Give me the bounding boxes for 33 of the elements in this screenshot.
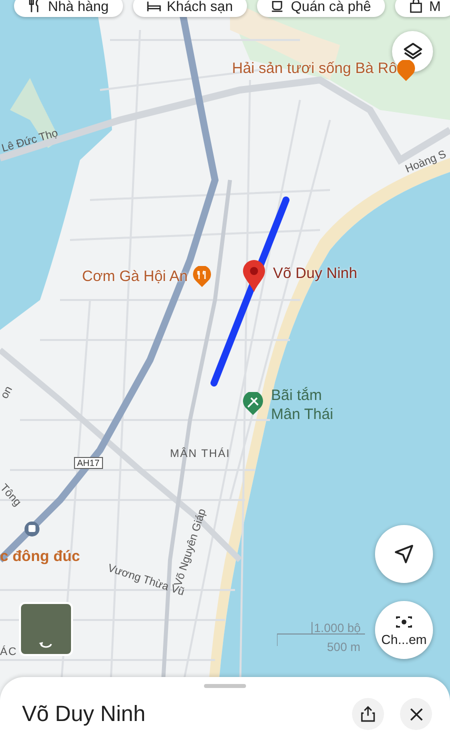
location-pin-icon xyxy=(242,259,266,293)
street-label: Lê Đức Thọ xyxy=(0,127,60,155)
category-chip[interactable]: Khách sạn xyxy=(132,0,247,17)
rotate-icon xyxy=(38,640,54,650)
street-label: Hoàng S xyxy=(404,148,448,176)
beach-label: Bãi tắm Mân Thái xyxy=(271,386,334,424)
bag-icon xyxy=(409,0,424,13)
bed-icon xyxy=(146,0,161,13)
area-label: MÂN THÁI xyxy=(170,448,230,460)
scale-label: 500 m xyxy=(327,640,360,654)
navigation-arrow-icon xyxy=(393,543,415,565)
share-icon xyxy=(361,706,375,722)
layers-icon xyxy=(402,40,424,62)
street-view-thumbnail[interactable] xyxy=(19,602,73,656)
category-chip[interactable]: Nhà hàng xyxy=(14,0,123,17)
bus-stop-icon[interactable] xyxy=(24,521,40,537)
place-title: Võ Duy Ninh xyxy=(22,701,147,727)
scale-label: 1.000 bộ xyxy=(314,621,361,635)
area-label: ÁC xyxy=(0,646,18,658)
cup-icon xyxy=(270,0,285,13)
close-icon xyxy=(410,708,422,720)
drag-handle[interactable] xyxy=(204,684,246,688)
share-button[interactable] xyxy=(352,698,384,730)
area-label: c đông đúc xyxy=(0,548,80,565)
category-chip[interactable]: M xyxy=(395,0,450,17)
place-label: Võ Duy Ninh xyxy=(273,265,358,282)
street-label: on xyxy=(0,384,16,401)
camera-lens-icon xyxy=(394,614,414,630)
restaurant-label: Hải sản tươi sống Bà Rô xyxy=(232,60,397,77)
highway-shield: AH17 xyxy=(74,457,103,469)
category-chip[interactable]: Quán cà phê xyxy=(256,0,386,17)
restaurant-label: Cơm Gà Hội An xyxy=(82,268,188,285)
close-button[interactable] xyxy=(400,698,432,730)
